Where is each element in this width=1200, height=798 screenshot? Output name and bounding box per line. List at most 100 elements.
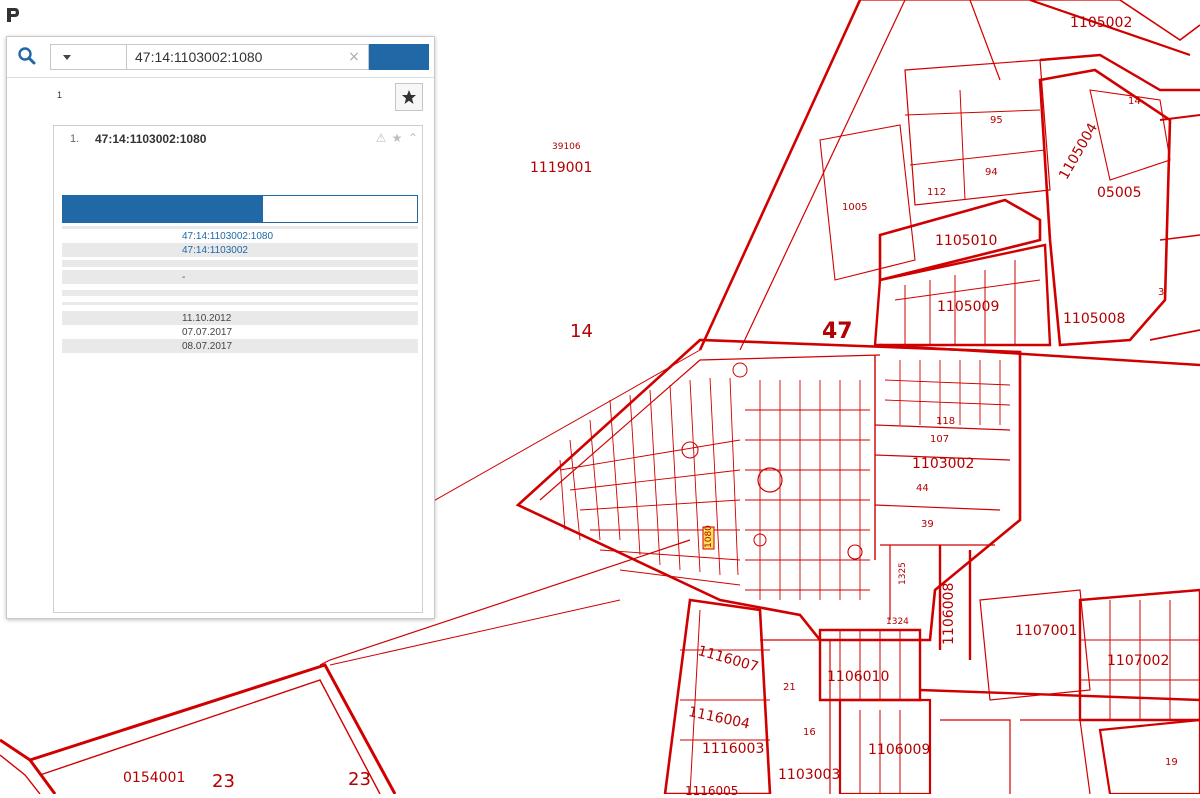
info-value-link[interactable]: 47:14:1103002 bbox=[178, 243, 418, 257]
road-line bbox=[0, 754, 41, 794]
info-key bbox=[62, 325, 178, 339]
map-label: 95 bbox=[990, 115, 1003, 126]
map-label: 39106 bbox=[552, 142, 581, 152]
info-key bbox=[62, 229, 178, 243]
parcel-outline bbox=[1039, 53, 1200, 92]
roundabout bbox=[757, 467, 783, 493]
map-label: 1107001 bbox=[1015, 623, 1078, 639]
info-row: 47:14:1103002 bbox=[62, 243, 418, 257]
info-row bbox=[62, 260, 418, 267]
parcel-outline bbox=[1020, 719, 1091, 794]
parcel-outline bbox=[680, 609, 770, 794]
star-icon[interactable]: ★ bbox=[390, 131, 404, 145]
map-label: 1106008 bbox=[941, 582, 957, 645]
info-key bbox=[62, 339, 178, 353]
map-label: 47 bbox=[822, 319, 853, 344]
result-index: 1. bbox=[70, 133, 80, 145]
results-count: 1 bbox=[57, 90, 63, 100]
parcel-outline bbox=[1149, 329, 1200, 341]
map-label: 16 bbox=[803, 727, 816, 738]
info-value bbox=[178, 260, 418, 267]
parcel-outline bbox=[979, 589, 1091, 701]
result-cadastral-number[interactable]: 47:14:1103002:1080 bbox=[95, 132, 206, 146]
road-line bbox=[39, 679, 381, 794]
clear-icon[interactable]: × bbox=[346, 49, 362, 65]
info-value: 11.10.2012 bbox=[182, 313, 232, 324]
map-label: 1005 bbox=[842, 202, 868, 213]
card-actions: ⚠ ★ ⌃ bbox=[374, 131, 420, 145]
boundary-line bbox=[969, 0, 1001, 81]
info-key bbox=[62, 270, 178, 284]
parcel-outline bbox=[959, 89, 966, 201]
map-label: 1105010 bbox=[935, 233, 998, 249]
info-row: 47:14:1103002:1080 bbox=[62, 229, 418, 243]
search-icon[interactable] bbox=[17, 46, 37, 66]
parcel-outline bbox=[909, 149, 1046, 166]
map-label: 1080 bbox=[704, 525, 714, 548]
map-label: 1105009 bbox=[937, 299, 1000, 315]
warning-icon[interactable]: ⚠ bbox=[374, 131, 388, 145]
map-label: 23 bbox=[348, 769, 371, 790]
search-button[interactable] bbox=[369, 44, 429, 70]
boundary-line bbox=[698, 0, 862, 351]
parcel-outline bbox=[904, 59, 1051, 206]
map-label: 1107002 bbox=[1107, 653, 1170, 669]
map-label: 1103003 bbox=[778, 767, 841, 783]
tab-info[interactable] bbox=[63, 196, 263, 222]
map-label: 118 bbox=[936, 416, 956, 427]
map-label: 107 bbox=[930, 434, 950, 445]
card-tabs bbox=[62, 195, 418, 223]
road-line bbox=[399, 349, 701, 521]
parcel-outline bbox=[940, 719, 1011, 794]
parcel-outline bbox=[1098, 718, 1200, 794]
search-panel: × 1 1. 47:14:1103002:1080 ⚠ ★ ⌃ bbox=[6, 36, 435, 619]
map-label: 14 bbox=[1128, 96, 1141, 107]
parcel-outline bbox=[904, 109, 1041, 116]
info-row: 11.10.2012 bbox=[62, 311, 418, 325]
tab-services[interactable] bbox=[263, 196, 417, 222]
star-icon bbox=[402, 90, 416, 104]
map-label: 1119001 bbox=[530, 160, 593, 176]
parcel-grid bbox=[745, 409, 870, 591]
parcel-grid bbox=[559, 439, 741, 586]
boundary-line bbox=[739, 0, 906, 351]
collapse-icon[interactable]: ⌃ bbox=[406, 131, 420, 145]
map-label: 19 bbox=[1165, 757, 1178, 768]
roundabout bbox=[732, 362, 748, 378]
map-label: 1106010 bbox=[827, 669, 890, 685]
info-row: 08.07.2017 bbox=[62, 339, 418, 353]
map-label: 39 bbox=[921, 519, 934, 530]
search-type-select[interactable] bbox=[50, 44, 126, 70]
parcel-outline bbox=[663, 598, 772, 794]
search-input[interactable] bbox=[126, 44, 369, 70]
road-line bbox=[0, 738, 57, 794]
info-key bbox=[62, 243, 178, 257]
results-header: 1 bbox=[7, 78, 434, 120]
map-label: 21 bbox=[783, 682, 796, 693]
info-table: 47:14:1103002:1080 47:14:1103002 - 11.10… bbox=[62, 226, 418, 353]
result-card: 1. 47:14:1103002:1080 ⚠ ★ ⌃ 47:14:110300… bbox=[53, 125, 423, 613]
map-label: 112 bbox=[927, 187, 947, 198]
map-label: 44 bbox=[916, 483, 929, 494]
info-key bbox=[62, 311, 178, 325]
settlement-road bbox=[874, 504, 1001, 511]
settlement-road bbox=[879, 343, 1200, 367]
map-label: 1105008 bbox=[1063, 311, 1126, 327]
map-label: 14 bbox=[570, 321, 593, 342]
map-label: 1116003 bbox=[702, 741, 765, 757]
map-label: 1103002 bbox=[912, 456, 975, 472]
favorites-button[interactable] bbox=[395, 83, 423, 111]
logo-icon bbox=[7, 8, 19, 22]
map-label: 1324 bbox=[886, 617, 909, 627]
chevron-down-icon bbox=[63, 54, 71, 60]
parcel-outline bbox=[819, 124, 916, 281]
map-label: 05005 bbox=[1097, 185, 1142, 201]
parcel-grid bbox=[759, 380, 861, 600]
map-label: 23 bbox=[212, 771, 235, 792]
roundabout bbox=[681, 441, 699, 459]
parcel-outline bbox=[1038, 68, 1172, 347]
info-value: - bbox=[182, 272, 186, 283]
info-value-link[interactable]: 47:14:1103002:1080 bbox=[178, 229, 418, 243]
parcel-outline bbox=[919, 688, 1200, 702]
info-row: 07.07.2017 bbox=[62, 325, 418, 339]
